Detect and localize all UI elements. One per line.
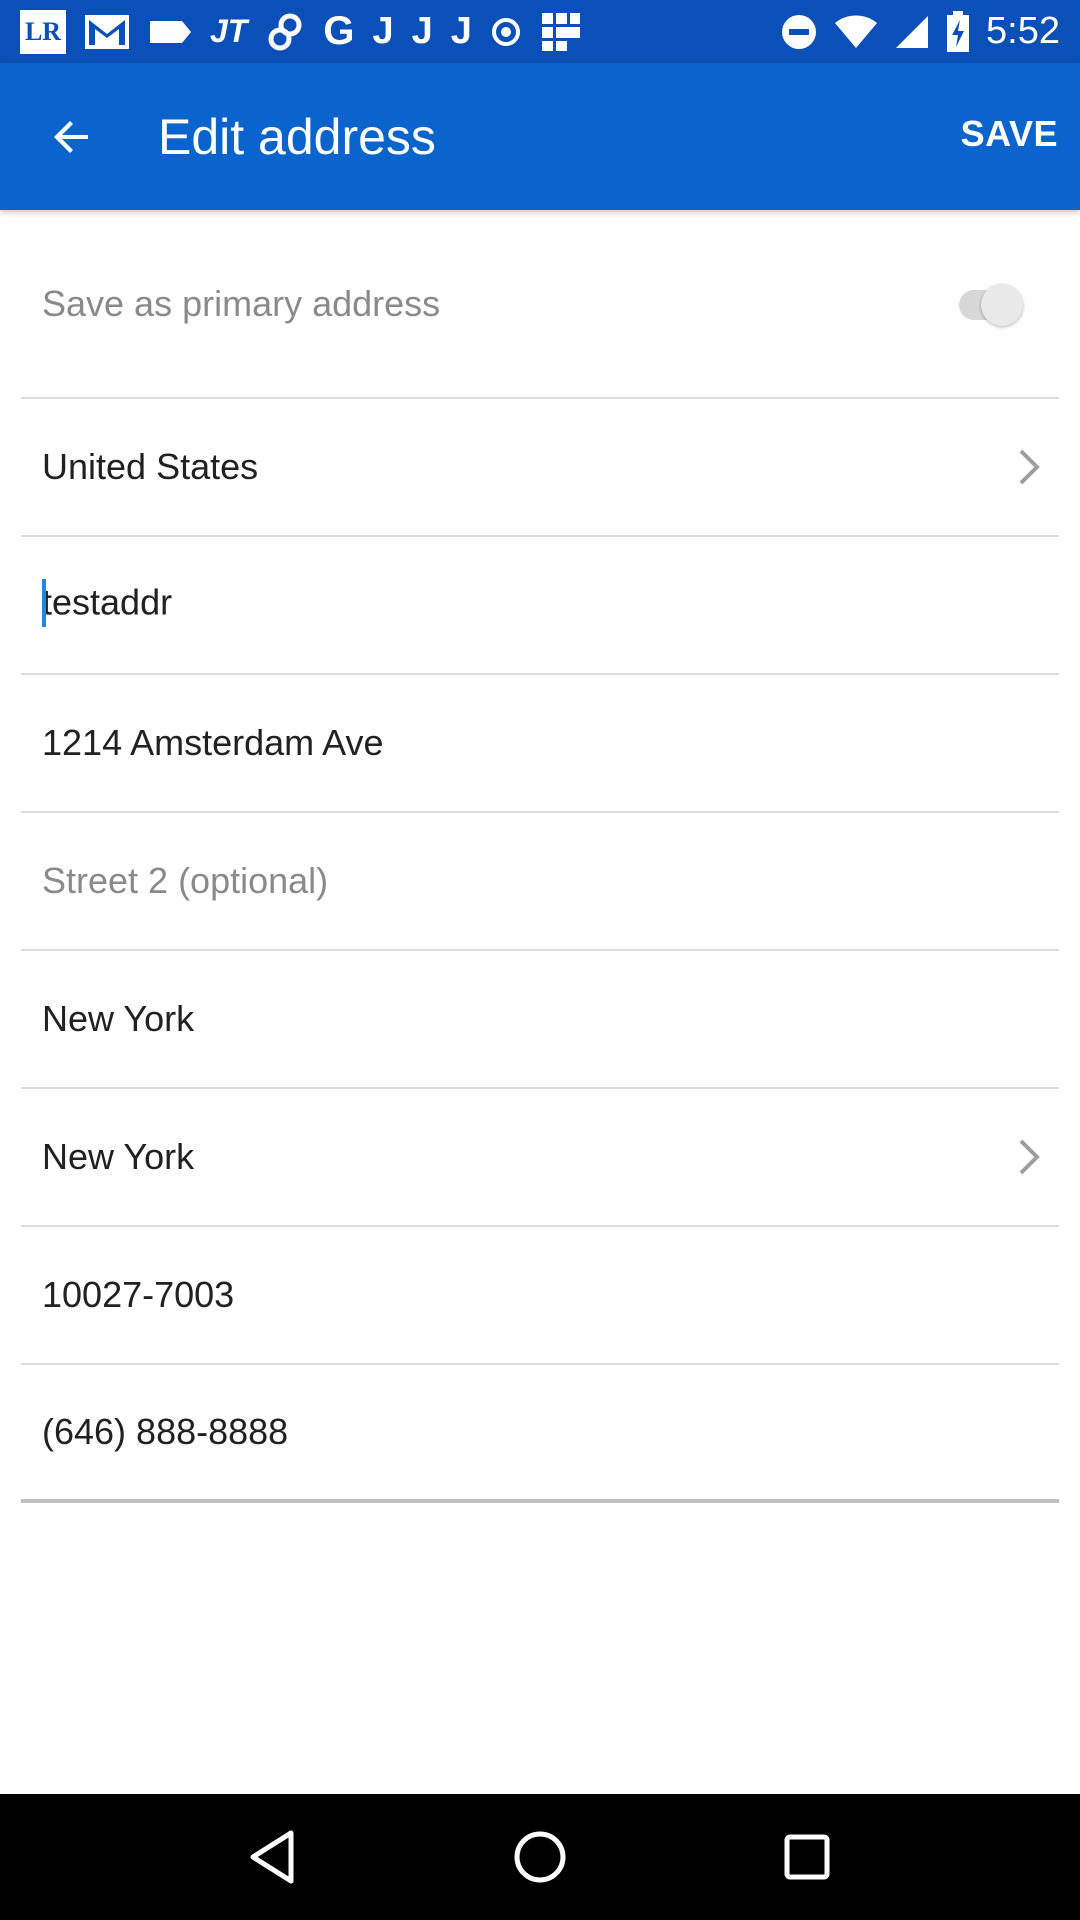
page-title: Edit address <box>158 109 436 165</box>
street2-field[interactable]: Street 2 (optional) <box>21 813 1059 951</box>
country-value: United States <box>42 446 259 487</box>
name-value: testaddr <box>42 579 173 629</box>
cell-signal-icon <box>894 10 930 54</box>
tag-icon <box>148 10 192 54</box>
battery-charging-icon <box>946 10 970 54</box>
toggle-thumb <box>981 283 1023 326</box>
j-icon: J <box>450 10 472 52</box>
city-value: New York <box>42 998 195 1039</box>
city-field[interactable]: New York <box>21 951 1059 1089</box>
wifi-icon <box>834 10 878 54</box>
nav-recents-button[interactable] <box>762 1812 852 1902</box>
system-icons: 5:52 <box>780 10 1060 54</box>
zip-value: 10027-7003 <box>42 1274 235 1315</box>
do-not-disturb-icon <box>780 10 818 54</box>
save-button[interactable]: SAVE <box>961 113 1058 155</box>
google-icon: G <box>323 9 355 53</box>
nav-home-button[interactable] <box>495 1812 585 1902</box>
street1-field[interactable]: 1214 Amsterdam Ave <box>21 675 1059 813</box>
name-text: testaddr <box>42 581 173 623</box>
notification-icons: LR JT G J J J <box>20 9 582 54</box>
nav-back-button[interactable] <box>228 1812 318 1902</box>
chevron-right-icon <box>1019 449 1040 485</box>
primary-address-toggle[interactable] <box>959 283 1031 326</box>
gmail-icon <box>84 10 130 54</box>
phone-field[interactable]: (646) 888-8888 <box>21 1365 1059 1503</box>
address-form: Save as primary address United States te… <box>0 210 1080 1503</box>
clock: 5:52 <box>986 10 1060 52</box>
primary-address-row: Save as primary address <box>21 210 1059 399</box>
phone-value: (646) 888-8888 <box>42 1411 289 1452</box>
grid-icon <box>540 10 582 54</box>
jt-icon: JT <box>210 13 248 49</box>
street2-placeholder: Street 2 (optional) <box>42 860 329 901</box>
link-icon <box>265 10 305 54</box>
square-recents-icon <box>784 1834 830 1880</box>
primary-address-label: Save as primary address <box>42 282 441 324</box>
lr-icon: LR <box>20 9 66 54</box>
state-selector[interactable]: New York <box>21 1089 1059 1227</box>
back-button[interactable] <box>36 101 108 173</box>
navigation-bar <box>0 1794 1080 1920</box>
j-icon: J <box>372 10 394 52</box>
street1-value: 1214 Amsterdam Ave <box>42 722 384 763</box>
j-icon: J <box>411 10 433 52</box>
triangle-back-icon <box>250 1830 294 1884</box>
country-selector[interactable]: United States <box>21 399 1059 537</box>
app-bar: Edit address SAVE <box>0 63 1080 210</box>
record-icon <box>490 10 522 54</box>
status-bar: LR JT G J J J 5:52 <box>0 0 1080 63</box>
name-field[interactable]: testaddr <box>21 537 1059 675</box>
circle-home-icon <box>514 1831 566 1883</box>
state-value: New York <box>42 1136 195 1177</box>
arrow-back-icon <box>54 121 88 153</box>
text-cursor <box>42 579 46 627</box>
chevron-right-icon <box>1019 1139 1040 1175</box>
zip-field[interactable]: 10027-7003 <box>21 1227 1059 1365</box>
